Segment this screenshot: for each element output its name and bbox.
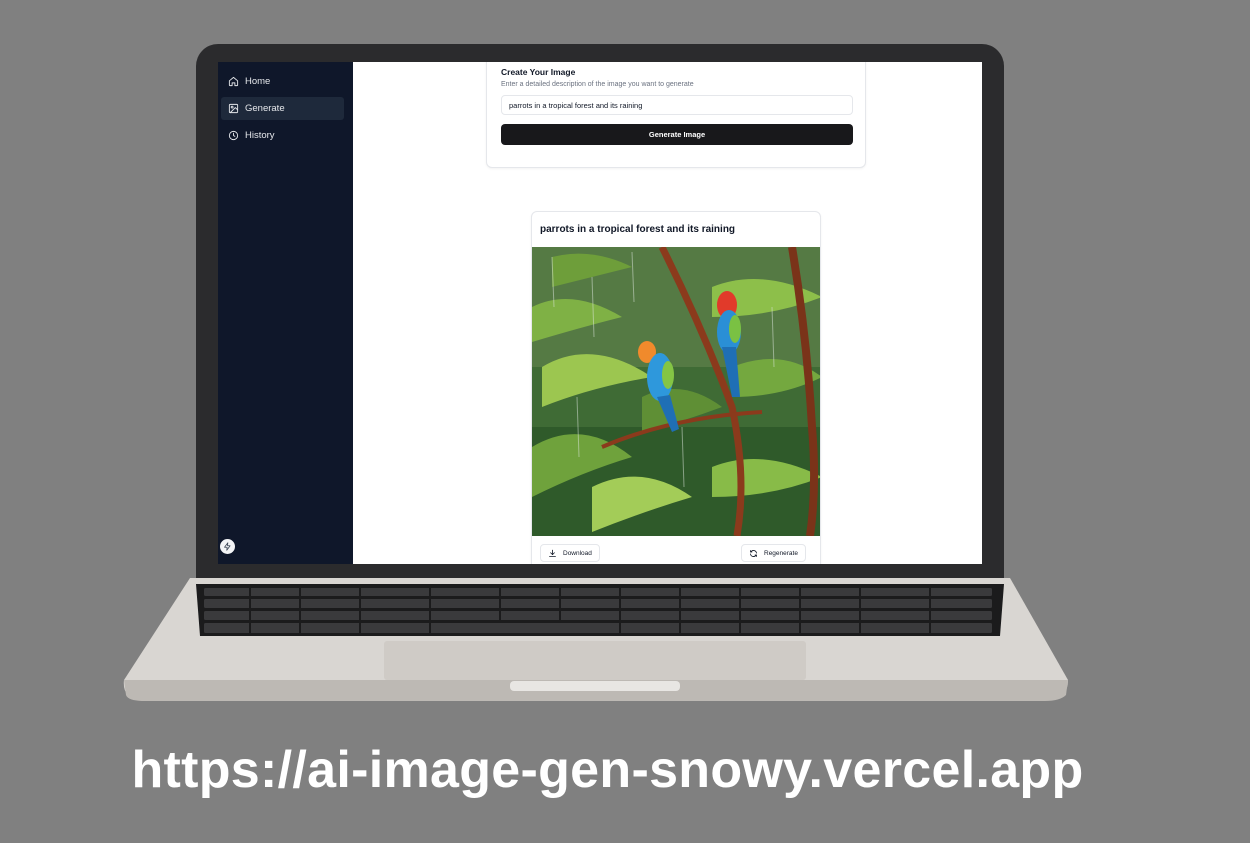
laptop-base [123, 578, 1069, 701]
app-url-caption: https://ai-image-gen-snowy.vercel.app [131, 741, 1084, 799]
